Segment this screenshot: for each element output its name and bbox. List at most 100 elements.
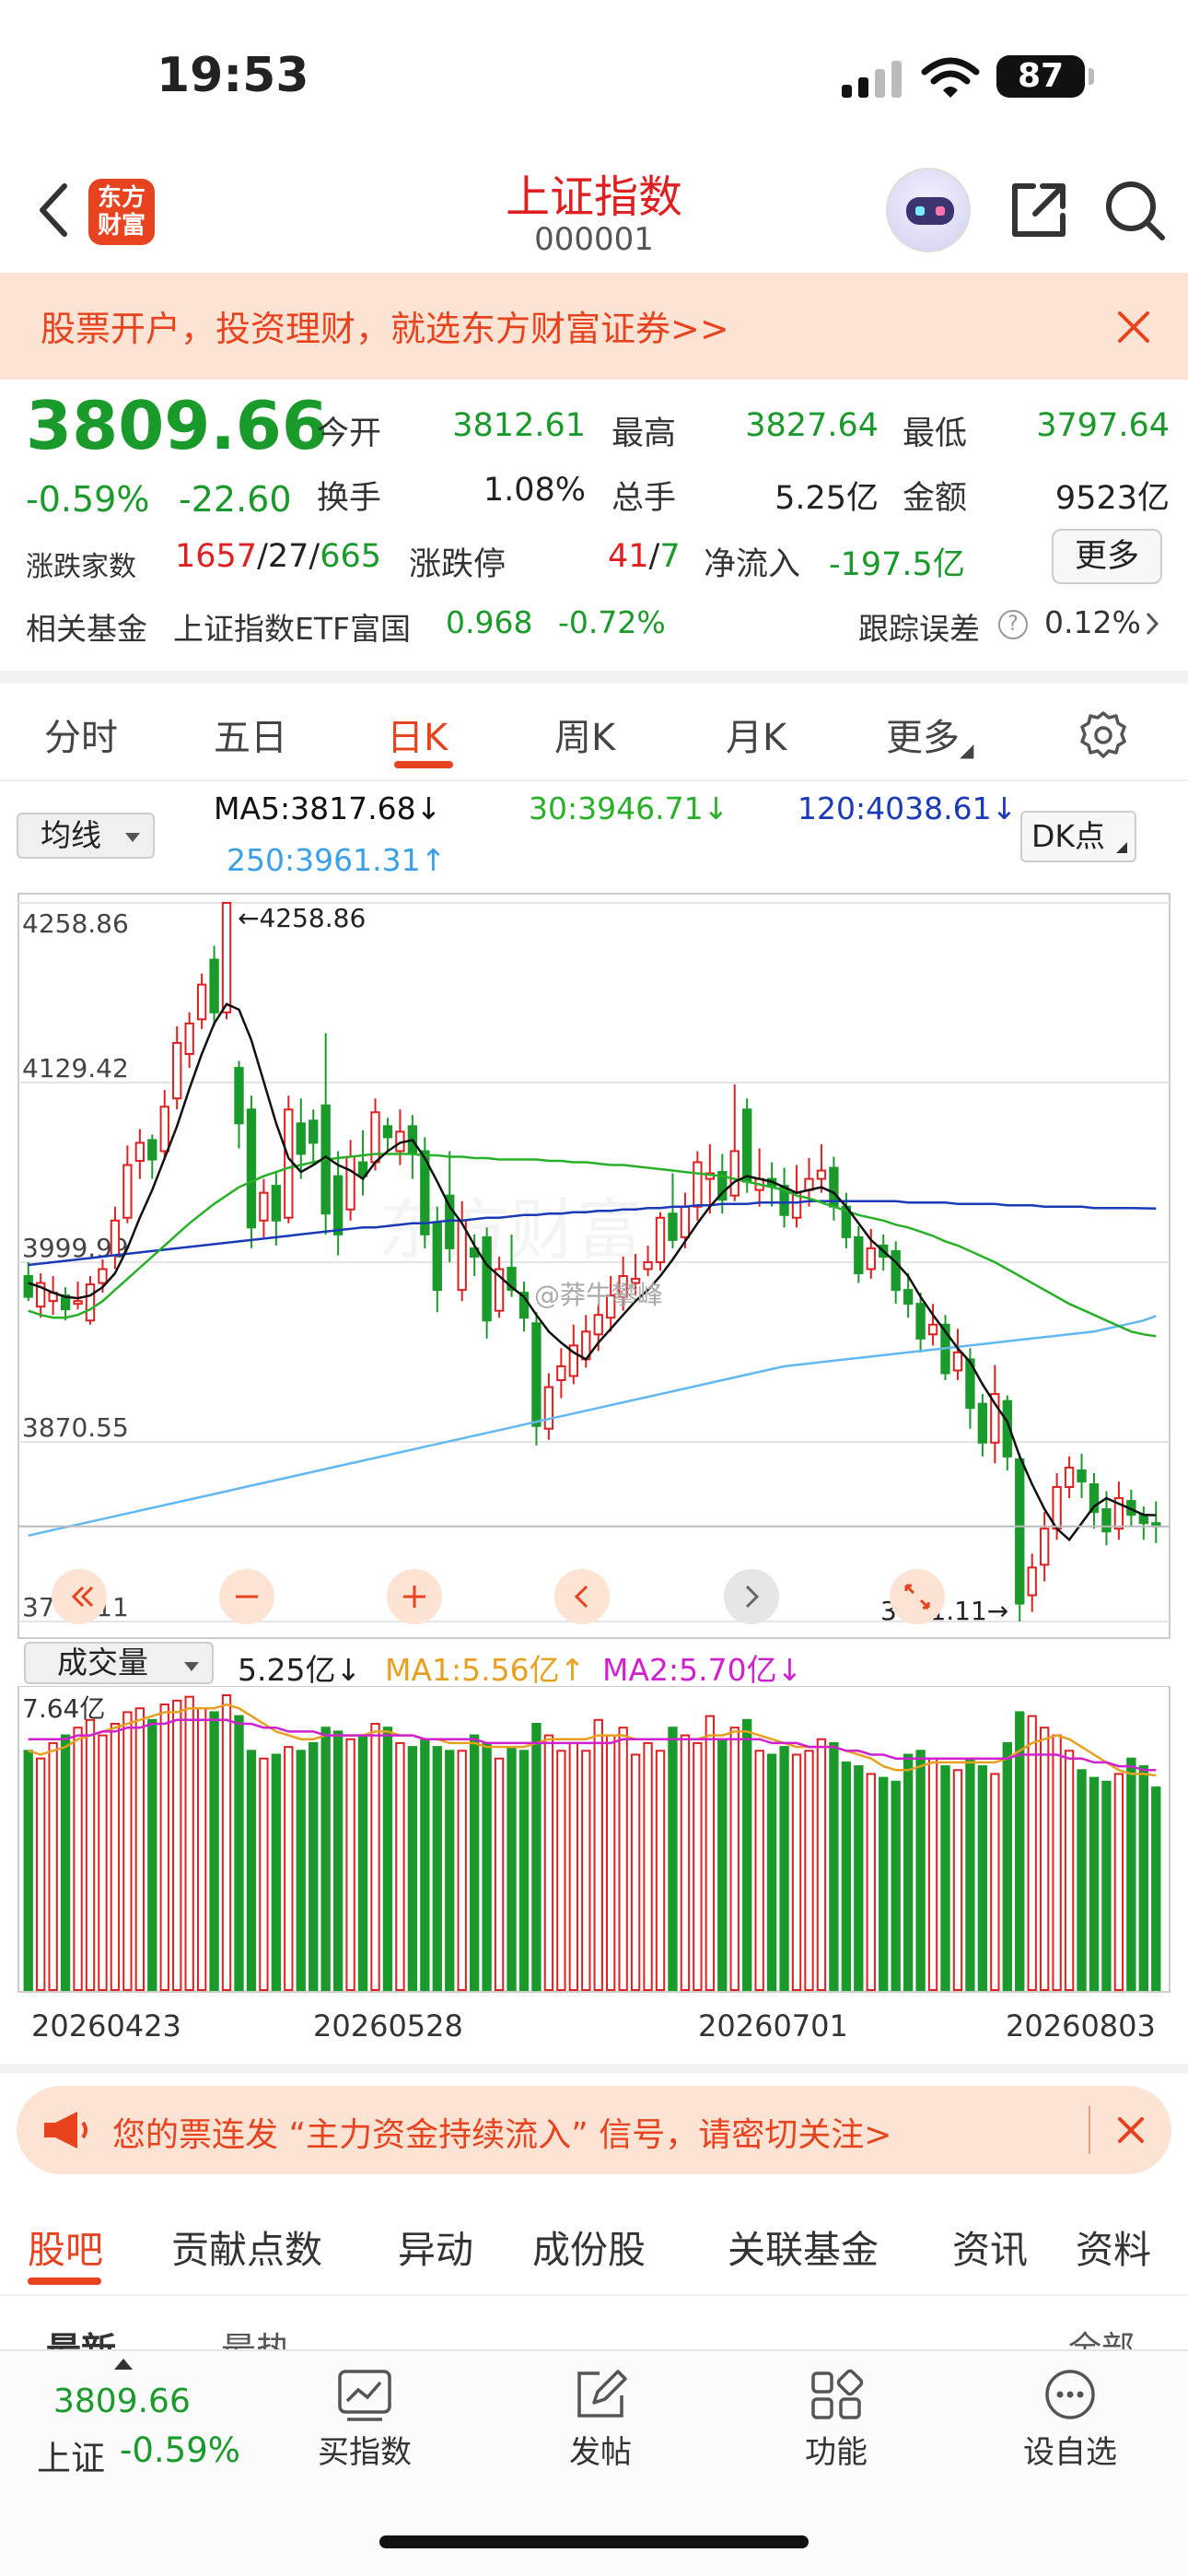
dk-point-label: DK点 [1031,818,1106,854]
volume-bar [816,1738,827,1992]
volume-bar [693,1741,703,1992]
tab-constituents[interactable]: 成份股 [532,2219,646,2274]
volume-indicator-select[interactable]: 成交量 [24,1642,214,1684]
tab-monthly-k[interactable]: 月K [726,708,786,761]
fullscreen-icon[interactable] [890,1569,945,1624]
add-watchlist-label: 设自选 [1023,2434,1117,2471]
candle [1027,1566,1037,1597]
buy-index-button[interactable]: 买指数 [291,2368,438,2472]
tab-contribution-points[interactable]: 贡献点数 [171,2219,322,2274]
volume-bar [1138,1765,1148,1991]
fund-name[interactable]: 上证指数ETF富国 [173,604,411,649]
share-icon[interactable] [1006,177,1072,243]
candle [915,1303,926,1340]
volume-bar [742,1718,752,1992]
candle [110,1219,121,1257]
volume-bar [779,1746,789,1992]
tab-daily-k[interactable]: 日K [387,708,448,761]
more-button[interactable]: 更多 [1052,529,1162,584]
candle [1101,1508,1112,1533]
volume-bar [85,1718,96,1992]
battery-icon: 87 [996,55,1085,98]
gear-icon[interactable] [1077,709,1129,761]
high-label: 最高 [611,416,677,452]
scroll-left-button[interactable] [554,1569,610,1624]
tab-intraday[interactable]: 分时 [44,708,118,761]
candle [209,958,219,1013]
signal-alert-banner[interactable]: 您的票连发 “主力资金持续流入” 信号，请密切关注> [17,2086,1171,2174]
tab-forum[interactable]: 股吧 [28,2219,103,2274]
candle [742,1108,752,1183]
search-icon[interactable] [1101,177,1168,243]
tab-five-day[interactable]: 五日 [214,708,287,761]
ma-select-label: 均线 [41,817,101,853]
battery-tip [1089,68,1094,85]
ma30-label: 30:3946.71↓ [529,790,729,826]
low-value: 3797.64 [1036,407,1170,444]
expand-caret-icon[interactable] [114,2359,133,2370]
kline-chart[interactable]: 东方财富 4258.864129.423999.993870.553741.11… [0,884,1188,1640]
volume-bar [866,1773,876,1991]
candle [680,1205,691,1238]
volume-bar [246,1750,257,1991]
tab-movements[interactable]: 异动 [398,2219,473,2274]
candle [259,1191,269,1222]
tab-profile[interactable]: 资料 [1076,2219,1151,2274]
scroll-right-button[interactable] [724,1569,779,1624]
promo-banner[interactable]: 股票开户，投资理财，就选东方财富证券>> [0,273,1188,380]
volume-bar [494,1757,505,1991]
fund-label: 相关基金 [26,611,147,647]
volume-bar [717,1738,728,1992]
volume-bar [581,1750,591,1991]
assistant-robot-icon[interactable] [886,168,971,252]
volume-bar [407,1746,418,1992]
volume-bar [791,1753,802,1991]
ma-indicator-select[interactable]: 均线 [17,813,155,859]
candle [543,1386,554,1430]
volume-bar [1101,1780,1112,1991]
volume-bar [469,1734,480,1991]
tabs-border [0,779,1188,781]
rewind-button[interactable] [52,1569,107,1624]
volume-bar [940,1765,950,1991]
tab-news[interactable]: 资讯 [952,2219,1028,2274]
volume-bar [568,1741,578,1992]
dropdown-caret-icon [125,833,140,842]
home-indicator [379,2535,809,2548]
chevron-right-icon[interactable] [1144,610,1162,638]
alert-close-icon[interactable] [1114,2113,1147,2147]
zoom-in-button[interactable] [387,1569,442,1624]
volume-bar [990,1773,1000,1991]
volume-chart[interactable]: 7.64亿 [0,1686,1188,1999]
add-watchlist-button[interactable]: 设自选 [996,2368,1144,2472]
volume-bar [159,1704,169,1991]
volume-bar [48,1741,58,1992]
candle [172,1041,182,1100]
volume-bar [221,1694,232,1991]
megaphone-icon [44,2112,87,2149]
functions-button[interactable]: 功能 [763,2368,910,2472]
wifi-icon [921,57,980,98]
promo-close-icon[interactable] [1114,308,1153,346]
candle [668,1212,678,1241]
candle [531,1322,542,1427]
candle [221,902,232,1013]
dk-point-button[interactable]: DK点 [1020,811,1136,862]
date-label: 20260803 [1006,2008,1156,2043]
volume-bar [1077,1769,1087,1991]
candle [977,1402,988,1444]
active-tab-indicator [394,761,453,768]
volume-bar [98,1734,108,1991]
tab-more[interactable]: 更多◢ [886,708,973,761]
volume-bar [1039,1727,1050,1991]
tab-related-funds[interactable]: 关联基金 [728,2219,879,2274]
volume-bar [680,1734,691,1991]
help-icon[interactable]: ? [998,610,1028,639]
volume-bar [184,1695,194,1992]
volume-bar [420,1738,430,1992]
post-button[interactable]: 发帖 [527,2368,674,2472]
tab-weekly-k[interactable]: 周K [554,708,615,761]
chart-icon [338,2370,391,2421]
zoom-out-button[interactable] [219,1569,274,1624]
volume-ma2: MA2:5.70亿↓ [602,1652,803,1688]
